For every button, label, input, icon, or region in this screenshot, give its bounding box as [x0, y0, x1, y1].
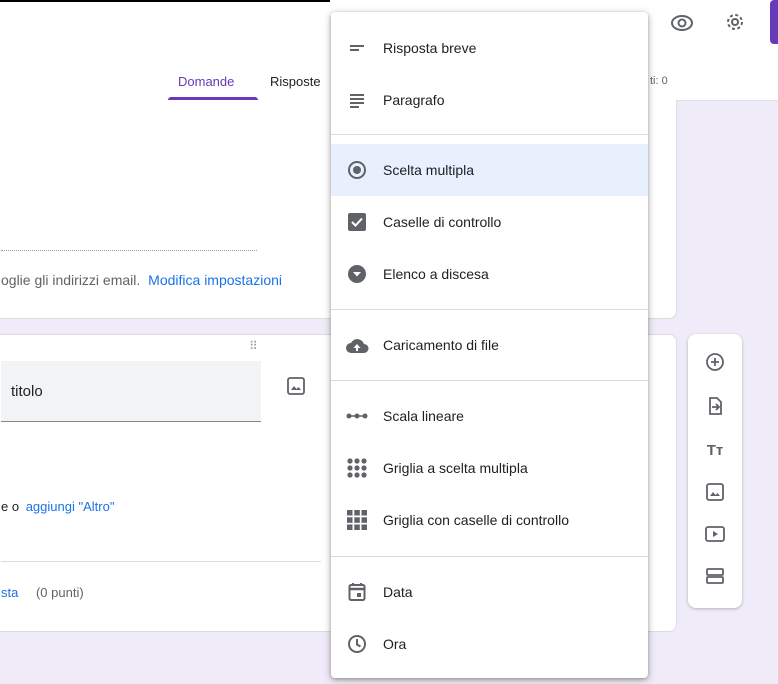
menu-item-risposta-breve[interactable]: Risposta breve: [331, 22, 648, 74]
menu-item-ora[interactable]: Ora: [331, 618, 648, 670]
import-questions-icon[interactable]: [701, 392, 729, 420]
menu-item-data[interactable]: Data: [331, 566, 648, 618]
checkbox-icon: [345, 210, 369, 234]
menu-item-label: Caselle di controllo: [383, 214, 502, 230]
add-question-icon[interactable]: [701, 348, 729, 376]
menu-divider: [331, 556, 648, 557]
short-answer-icon: [345, 36, 369, 60]
menu-item-scelta-multipla[interactable]: Scelta multipla: [331, 144, 648, 196]
grid-squares-icon: [345, 508, 369, 532]
menu-item-label: Scala lineare: [383, 408, 464, 424]
clock-icon: [345, 632, 369, 656]
question-title-text: titolo: [11, 383, 43, 400]
radio-icon: [345, 158, 369, 182]
dotted-divider: [1, 250, 257, 251]
header-strip: [0, 0, 330, 8]
calendar-icon: [345, 580, 369, 604]
menu-divider: [331, 134, 648, 135]
grid-dots-icon: [345, 456, 369, 480]
menu-item-label: Caricamento di file: [383, 337, 499, 353]
add-other-link[interactable]: aggiungi "Altro": [26, 499, 115, 514]
cloud-upload-icon: [345, 333, 369, 357]
add-image-toolbar-icon[interactable]: [701, 478, 729, 506]
menu-divider: [331, 380, 648, 381]
menu-item-label: Elenco a discesa: [383, 266, 489, 282]
menu-item-label: Data: [383, 584, 413, 600]
tab-domande[interactable]: Domande: [178, 74, 234, 89]
send-button-edge[interactable]: [770, 0, 778, 44]
menu-item-label: Paragrafo: [383, 92, 445, 108]
tab-risposte[interactable]: Risposte: [270, 74, 321, 89]
menu-item-label: Scelta multipla: [383, 162, 475, 178]
add-title-icon[interactable]: Tт: [701, 436, 729, 464]
points-label: (0 punti): [35, 585, 84, 600]
menu-item-griglia-a-scelta-multipla[interactable]: Griglia a scelta multipla: [331, 442, 648, 494]
menu-item-label: Risposta breve: [383, 40, 477, 56]
drag-handle-icon[interactable]: ⠿: [249, 339, 259, 353]
add-section-icon[interactable]: [701, 562, 729, 590]
menu-item-paragrafo[interactable]: Paragrafo: [331, 74, 648, 126]
menu-item-label: Ora: [383, 636, 407, 652]
menu-item-elenco-a-discesa[interactable]: Elenco a discesa: [331, 248, 648, 300]
add-image-icon[interactable]: [287, 377, 305, 400]
menu-item-caselle-di-controllo[interactable]: Caselle di controllo: [331, 196, 648, 248]
email-collection-note: oglie gli indirizzi email.: [1, 272, 141, 288]
menu-item-label: Griglia a scelta multipla: [383, 460, 528, 476]
menu-item-scala-lineare[interactable]: Scala lineare: [331, 390, 648, 442]
linear-scale-icon: [345, 404, 369, 428]
floating-toolbar: Tт: [688, 334, 742, 608]
add-video-icon[interactable]: [701, 520, 729, 548]
card-footer-divider: [1, 561, 321, 562]
menu-item-caricamento-di-file[interactable]: Caricamento di file: [331, 319, 648, 371]
points-total: ti: 0: [650, 75, 668, 87]
preview-eye-icon[interactable]: [670, 12, 694, 39]
question-title-field[interactable]: titolo: [1, 361, 261, 422]
menu-divider: [331, 309, 648, 310]
menu-item-griglia-con-caselle-di-controllo[interactable]: Griglia con caselle di controllo: [331, 494, 648, 546]
add-option-prefix: e o: [1, 499, 20, 514]
paragraph-icon: [345, 88, 369, 112]
dropdown-icon: [345, 262, 369, 286]
menu-item-label: Griglia con caselle di controllo: [383, 512, 569, 528]
question-type-menu: Risposta breve Paragrafo Scelta multipla…: [331, 12, 648, 678]
modify-settings-link[interactable]: Modifica impostazioni: [148, 272, 282, 288]
answer-key-link[interactable]: sta: [1, 585, 18, 600]
settings-gear-icon[interactable]: [723, 10, 747, 39]
